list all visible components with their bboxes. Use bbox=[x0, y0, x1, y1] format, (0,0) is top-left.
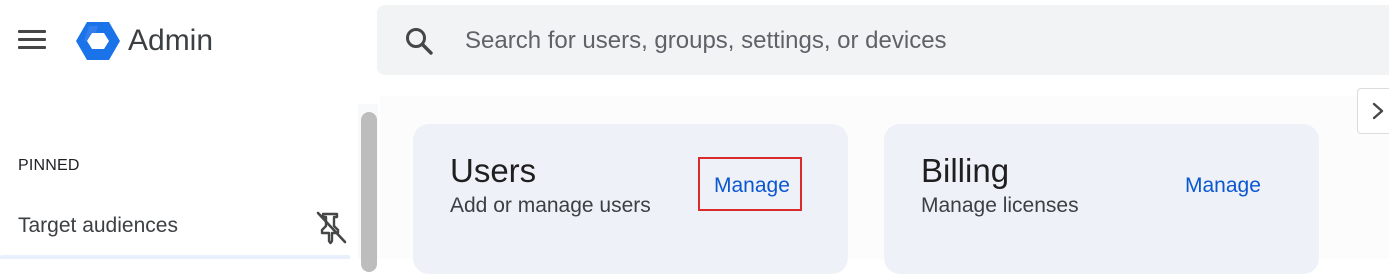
users-card-title: Users bbox=[450, 152, 537, 189]
users-card: Users Add or manage users Manage bbox=[413, 124, 848, 274]
app-title[interactable]: Admin bbox=[128, 21, 213, 61]
sidebar-item-target-audiences[interactable]: Target audiences bbox=[0, 200, 356, 256]
search-input[interactable] bbox=[463, 21, 1367, 61]
users-card-subtitle: Add or manage users bbox=[450, 194, 651, 217]
main-menu-button[interactable] bbox=[14, 26, 50, 54]
admin-logo-icon[interactable] bbox=[75, 20, 121, 62]
hamburger-menu-icon-bar bbox=[18, 38, 46, 41]
sidebar-scrollbar-thumb[interactable] bbox=[361, 112, 377, 272]
pinned-section-label: PINNED bbox=[18, 157, 80, 174]
search-icon[interactable] bbox=[404, 26, 434, 56]
hamburger-menu-icon-bar bbox=[18, 46, 46, 49]
hamburger-menu-icon bbox=[18, 30, 46, 33]
sidebar-selected-item-indicator bbox=[0, 255, 350, 259]
unpin-icon[interactable] bbox=[312, 209, 350, 245]
billing-card-title: Billing bbox=[921, 152, 1010, 189]
expand-side-panel-button[interactable] bbox=[1357, 88, 1389, 134]
chevron-right-icon bbox=[1372, 102, 1384, 120]
search-bar[interactable] bbox=[377, 5, 1389, 75]
billing-card-subtitle: Manage licenses bbox=[921, 194, 1079, 217]
billing-card: Billing Manage licenses Manage bbox=[884, 124, 1319, 274]
billing-manage-link[interactable]: Manage bbox=[1185, 174, 1261, 198]
sidebar-item-label[interactable]: Target audiences bbox=[18, 214, 178, 238]
users-manage-link[interactable]: Manage bbox=[714, 174, 790, 198]
